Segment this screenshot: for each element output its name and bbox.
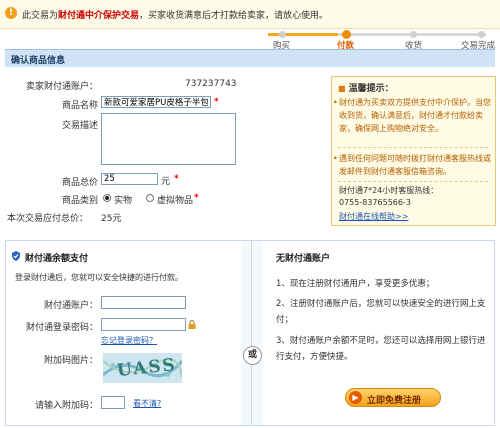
online-help-link[interactable]: 财付通在线帮助>> <box>339 211 408 222</box>
forgot-password-link[interactable]: 忘记登录密码？ <box>101 335 157 346</box>
balance-pay-title: 财付通余额支付 <box>25 254 89 264</box>
no-account-title: 无财付通账户 <box>276 254 331 264</box>
section-title: 确认商品信息 <box>11 56 66 66</box>
step-dot-pay <box>342 30 351 39</box>
progress-track <box>268 33 486 36</box>
balance-pay-desc: 登录财付通后，您就可以安全快捷的进行付款。 <box>15 273 183 282</box>
tips-box: 温馨提示： 财付通为买卖双方提供支付中介保护。当您收到货，确认满意后，财付通才付… <box>331 76 496 226</box>
info-icon: ! <box>5 7 17 19</box>
step-dot-buy <box>279 31 286 38</box>
total-value: 25元 <box>101 214 122 224</box>
option-virtual-label: 虚拟物品 <box>157 196 194 206</box>
register-benefit-3: 3、财付通账户余额不足时，您还可以选择用网上银行进行支付，方便快捷。 <box>276 336 486 362</box>
notice-text: 此交易为财付通中介保护交易，买家收货满意后才打款给卖家，请放心使用。 <box>22 8 328 21</box>
radio-physical[interactable] <box>103 194 111 202</box>
shield-icon <box>11 251 21 261</box>
total-label: 本次交易应付总价： <box>7 214 89 224</box>
notice-suffix: ，买家收货满意后才打款给卖家，请放心使用。 <box>139 11 329 21</box>
trade-description-textarea[interactable] <box>101 113 236 165</box>
arrow-right-icon: ▶ <box>349 391 362 404</box>
tips-title: 温馨提示： <box>338 81 394 94</box>
captcha-image-label: 附加码图片： <box>43 356 98 366</box>
panel-divider <box>251 241 252 425</box>
required-mark: * <box>174 174 179 184</box>
refresh-captcha-link[interactable]: 看不清? <box>133 398 161 409</box>
price-label: 商品总价 <box>61 178 98 188</box>
register-benefit-1: 1、现在注册财付通用户，享受更多优惠； <box>276 279 435 289</box>
account-label: 财付通账户： <box>43 301 98 311</box>
option-physical-label: 实物 <box>114 196 133 206</box>
tips-phone: 0755-83765566-3 <box>339 198 411 207</box>
required-mark: * <box>214 97 219 107</box>
password-label: 财付通登录密码： <box>25 323 98 333</box>
seller-value: 737237743 <box>185 79 237 89</box>
price-input[interactable] <box>101 173 158 185</box>
notice-highlight: 财付通中介保护交易 <box>58 11 140 21</box>
input-captcha-label: 请输入附加码： <box>34 401 98 411</box>
or-separator: 或 <box>243 346 262 365</box>
step-dot-receive <box>410 31 417 38</box>
captcha-input[interactable] <box>101 396 125 409</box>
type-label: 商品类别 <box>61 196 98 206</box>
secure-trade-notice: ! 此交易为财付通中介保护交易，买家收货满意后才打款给卖家，请放心使用。 <box>0 0 500 29</box>
free-register-button[interactable]: ▶ 立即免费注册 <box>345 388 441 407</box>
seller-label: 卖家财付通账户： <box>25 82 98 92</box>
section-header: 确认商品信息 <box>5 49 495 67</box>
notice-prefix: 此交易为 <box>22 11 59 21</box>
register-benefit-2: 2、注册财付通账户后，您就可以快速安全的进行网上支付； <box>276 299 486 325</box>
price-unit: 元 <box>161 177 171 187</box>
free-register-label: 立即免费注册 <box>367 396 422 406</box>
password-input[interactable] <box>101 318 186 331</box>
step-dot-complete <box>478 31 485 38</box>
captcha-image: UASS <box>103 353 182 383</box>
desc-label: 交易描述 <box>61 121 98 131</box>
radio-virtual[interactable] <box>146 194 154 202</box>
product-name-input[interactable] <box>101 96 211 108</box>
name-label: 商品名称 <box>61 101 98 111</box>
tips-paragraph-1: 财付通为买卖双方提供支付中介保护。当您收到货，确认满意后，财付通才付款给卖家，确… <box>333 96 491 135</box>
account-input[interactable] <box>101 296 186 309</box>
required-mark: * <box>194 193 199 203</box>
tips-hotline-label: 财付通7*24小时客服热线： <box>339 186 439 195</box>
lock-icon <box>188 320 196 329</box>
tips-paragraph-2: 遇到任何问题可随时拨打财付通客服热线或发邮件到财付通客服信箱咨询。 <box>333 152 491 178</box>
